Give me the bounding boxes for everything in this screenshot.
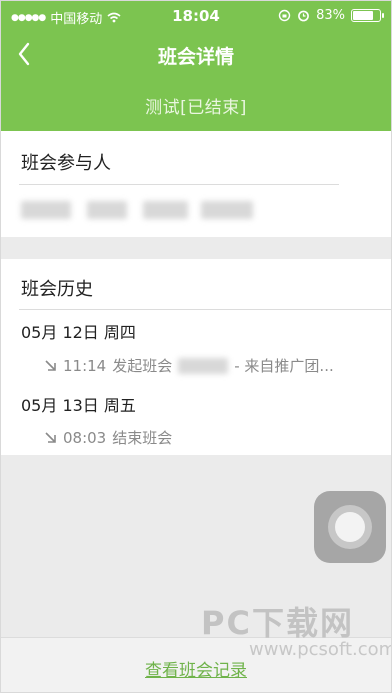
assistive-touch-button[interactable] [314, 491, 386, 563]
history-event: 11:14 发起班会 - 来自推广团... [43, 355, 334, 376]
divider [19, 184, 339, 185]
redacted-name [178, 357, 229, 374]
event-text: 结束班会 [112, 429, 173, 447]
divider [19, 309, 391, 310]
participant-name-redacted [87, 201, 127, 219]
event-time: 08:03 [63, 428, 107, 447]
status-right: 83% [278, 8, 384, 23]
history-date: 05月 13日 周五 [21, 396, 136, 415]
status-bar: ●●●●● 中国移动 18:04 83% [1, 1, 391, 31]
class-meeting-status: 测试[已结束] [145, 98, 247, 118]
page-title: 班会详情 [157, 46, 234, 68]
bottom-bar: 查看班会记录 [1, 637, 391, 692]
view-records-link[interactable]: 查看班会记录 [1, 656, 391, 681]
battery-icon [351, 9, 384, 22]
event-text: 发起班会 [112, 357, 173, 375]
rotation-lock-icon [278, 9, 291, 22]
battery-percent: 83% [316, 8, 345, 23]
history-card: 班会历史 05月 12日 周四 11:14 发起班会 - 来自推广团... 05… [1, 259, 391, 455]
history-title: 班会历史 [21, 279, 93, 300]
alarm-icon [298, 10, 309, 22]
app-screen: ●●●●● 中国移动 18:04 83% 班会详情 测试[已结束] 班会参与人 … [0, 0, 392, 693]
battery-level [353, 11, 373, 20]
arrow-down-right-icon [45, 431, 56, 443]
history-event: 08:03 结束班会 [43, 427, 172, 448]
participants-title: 班会参与人 [21, 153, 111, 174]
participant-name-redacted [21, 201, 71, 219]
participant-name-redacted [201, 201, 253, 219]
header: ●●●●● 中国移动 18:04 83% 班会详情 测试[已结束] [1, 1, 391, 131]
event-source: - 来自推广团... [234, 357, 334, 375]
participants-card: 班会参与人 [1, 131, 391, 237]
participant-name-redacted [143, 201, 188, 219]
arrow-down-right-icon [45, 359, 56, 371]
history-date: 05月 12日 周四 [21, 323, 136, 342]
nav-bar: 班会详情 [1, 31, 391, 79]
event-time: 11:14 [63, 356, 107, 375]
